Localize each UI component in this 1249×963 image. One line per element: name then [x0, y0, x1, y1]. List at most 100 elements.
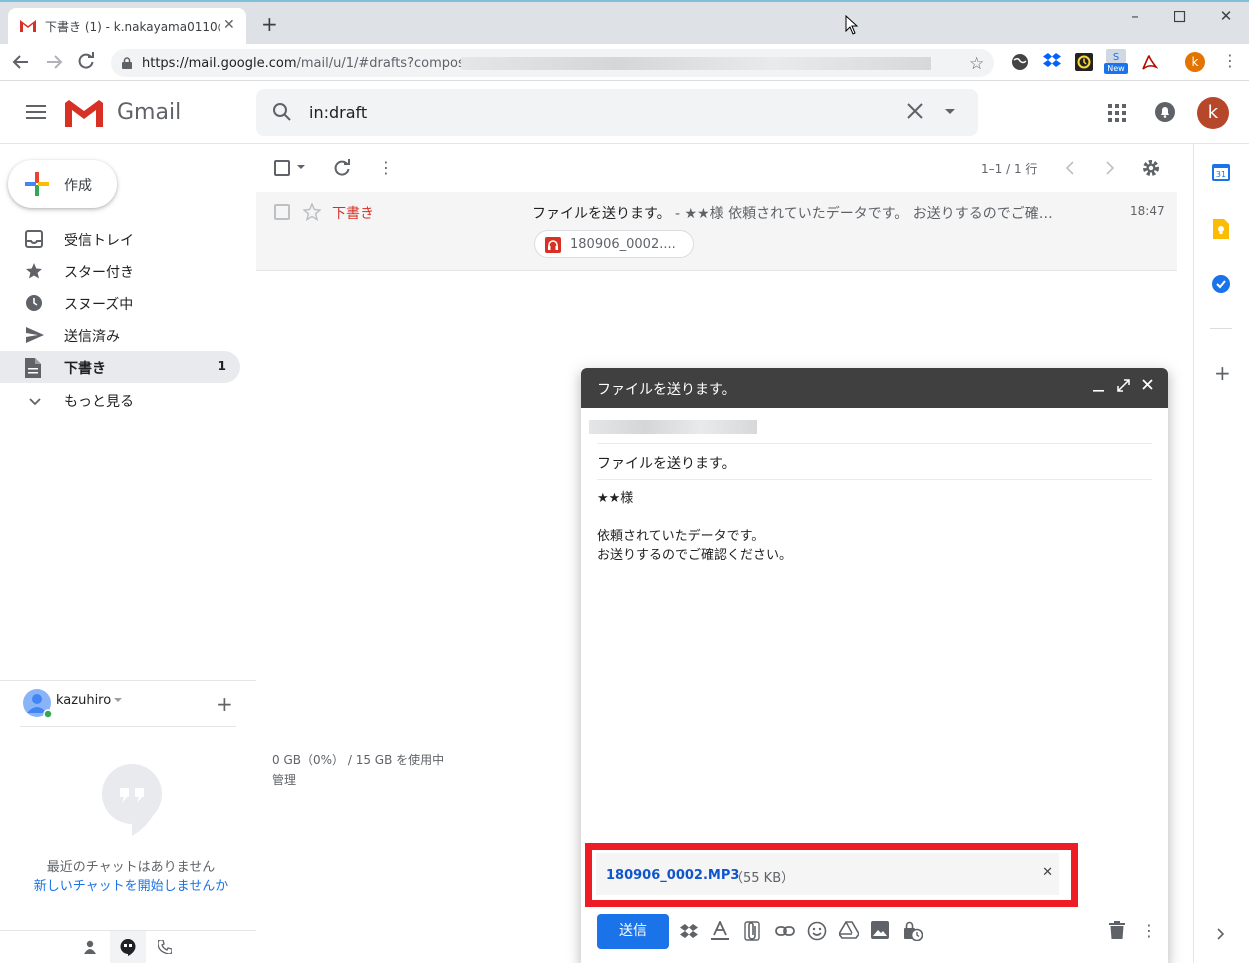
attachment-name[interactable]: 180906_0002.MP3 — [606, 868, 739, 883]
insert-photo-icon[interactable] — [871, 921, 893, 943]
search-icon[interactable] — [272, 102, 292, 122]
new-chat-plus-icon[interactable]: + — [216, 694, 233, 714]
keep-icon[interactable] — [1213, 219, 1229, 239]
more-options-icon[interactable]: ⋮ — [1141, 921, 1157, 941]
main-menu-icon[interactable] — [26, 104, 46, 120]
row-checkbox[interactable] — [274, 204, 290, 220]
discard-draft-icon[interactable] — [1109, 921, 1131, 943]
row-star-icon[interactable] — [303, 203, 321, 221]
compose-button[interactable]: 作成 — [8, 160, 117, 208]
select-all-checkbox[interactable] — [274, 160, 290, 176]
new-badge: New — [1104, 63, 1128, 74]
attachment-chip[interactable]: 180906_0002.... — [534, 230, 694, 258]
google-drive-icon[interactable] — [839, 921, 861, 943]
sidebar-item-sent[interactable]: 送信済み — [0, 319, 240, 351]
divider — [1210, 328, 1232, 329]
row-sender: 下書き — [332, 206, 374, 222]
refresh-icon[interactable] — [333, 159, 351, 177]
start-chat-link[interactable]: 新しいチャットを開始しませんか — [3, 875, 259, 894]
back-icon[interactable] — [12, 53, 30, 71]
close-compose-icon[interactable] — [1142, 379, 1153, 390]
browser-profile-avatar[interactable]: k — [1185, 52, 1205, 72]
hangouts-quote-icon — [102, 764, 162, 836]
confidential-mode-icon[interactable] — [903, 921, 925, 943]
phone-tab-icon[interactable] — [158, 940, 172, 954]
lock-icon — [122, 57, 132, 69]
divider — [20, 726, 236, 727]
sidebar-item-snoozed[interactable]: スヌーズ中 — [0, 287, 240, 319]
expand-panel-icon[interactable] — [1217, 928, 1225, 940]
sidebar-item-label: スター付き — [64, 265, 134, 281]
sidebar-item-drafts[interactable]: 下書き 1 — [0, 351, 240, 383]
body-line[interactable]: 依頼されていたデータです。 — [597, 527, 764, 546]
address-bar[interactable]: https://mail.google.com/mail/u/1/#drafts… — [111, 49, 994, 77]
apps-grid-icon[interactable] — [1108, 104, 1126, 122]
dropbox-attach-icon[interactable] — [680, 921, 702, 943]
browser-tab[interactable]: 下書き (1) - k.nakayama0110@gm ✕ — [8, 8, 246, 44]
formatting-icon[interactable] — [711, 921, 733, 943]
next-page-icon[interactable] — [1105, 161, 1115, 175]
send-button[interactable]: 送信 — [597, 914, 669, 949]
body-line[interactable]: お送りするのでご確認ください。 — [597, 546, 792, 565]
sidebar-item-starred[interactable]: スター付き — [0, 255, 240, 287]
bookmark-star-icon[interactable]: ☆ — [969, 54, 984, 74]
sidebar-item-more[interactable]: もっと見る — [0, 384, 240, 416]
select-dropdown-icon[interactable] — [297, 165, 305, 170]
attachment-item[interactable]: 180906_0002.MP3 （55 KB） ✕ — [596, 853, 1059, 895]
clear-search-icon[interactable] — [906, 102, 924, 120]
hangouts-user-name[interactable]: kazuhiro — [56, 693, 111, 708]
notifications-icon[interactable] — [1155, 102, 1175, 122]
chat-tab[interactable] — [110, 931, 146, 963]
subject-text[interactable]: ファイルを送ります。 — [597, 453, 736, 473]
search-bar[interactable]: in:draft — [256, 89, 978, 136]
get-addons-plus-icon[interactable]: + — [1214, 363, 1231, 383]
tab-close-icon[interactable]: ✕ — [223, 17, 235, 33]
attach-file-icon[interactable] — [744, 921, 766, 943]
search-input[interactable]: in:draft — [309, 103, 367, 122]
account-avatar[interactable]: k — [1197, 97, 1229, 129]
acrobat-extension-icon[interactable] — [1140, 53, 1158, 71]
sidebar-item-inbox[interactable]: 受信トレイ — [0, 223, 240, 255]
recipients-field[interactable] — [589, 408, 1152, 444]
window-close-icon[interactable]: ✕ — [1216, 7, 1236, 27]
maximize-icon[interactable] — [1170, 7, 1190, 27]
row-time: 18:47 — [1130, 204, 1165, 218]
more-actions-icon[interactable]: ⋮ — [378, 159, 394, 177]
minimize-icon[interactable]: – — [1125, 7, 1145, 27]
gmail-logo-icon[interactable] — [65, 99, 103, 127]
user-status-dropdown-icon[interactable] — [114, 698, 122, 703]
hangouts-chat-icon — [120, 939, 136, 956]
contacts-tab-icon[interactable] — [83, 940, 97, 954]
minimize-compose-icon[interactable] — [1093, 379, 1104, 393]
sidebar-item-label: 送信済み — [64, 329, 120, 345]
dropbox-extension-icon[interactable] — [1043, 53, 1061, 69]
hangouts-user-avatar[interactable] — [22, 688, 52, 718]
manage-storage-link[interactable]: 管理 — [272, 771, 296, 788]
window-top-border — [0, 0, 1249, 2]
url-text: https://mail.google.com/mail/u/1/#drafts… — [142, 56, 473, 71]
settings-gear-icon[interactable] — [1142, 159, 1160, 177]
prev-page-icon[interactable] — [1065, 161, 1075, 175]
calendar-icon[interactable]: 31 — [1212, 163, 1230, 181]
emoji-icon[interactable] — [807, 921, 829, 943]
remove-attachment-icon[interactable]: ✕ — [1042, 865, 1053, 880]
send-icon — [25, 326, 45, 346]
forward-icon[interactable] — [45, 53, 63, 71]
compose-plus-icon — [25, 172, 49, 196]
reload-icon[interactable] — [77, 52, 95, 70]
new-extension-icon[interactable]: S New — [1104, 49, 1128, 75]
table-row[interactable]: 下書き ファイルを送ります。 - ★★様 依頼されていたデータです。 お送りする… — [256, 192, 1177, 271]
globe-extension-icon[interactable] — [1011, 53, 1029, 71]
clock-extension-icon[interactable] — [1075, 53, 1093, 71]
search-options-icon[interactable] — [945, 109, 955, 115]
fullscreen-compose-icon[interactable] — [1117, 379, 1130, 392]
gmail-header: Gmail in:draft k — [0, 81, 1249, 144]
insert-link-icon[interactable] — [775, 921, 797, 943]
subject-field[interactable]: ファイルを送ります。 — [597, 444, 1152, 480]
browser-menu-icon[interactable]: ⋮ — [1222, 51, 1238, 71]
new-tab-icon[interactable]: + — [261, 14, 278, 34]
gmail-logo-text: Gmail — [117, 100, 182, 125]
compose-header[interactable]: ファイルを送ります。 — [581, 368, 1168, 408]
body-line[interactable]: ★★様 — [597, 489, 633, 508]
tasks-icon[interactable] — [1212, 275, 1230, 293]
